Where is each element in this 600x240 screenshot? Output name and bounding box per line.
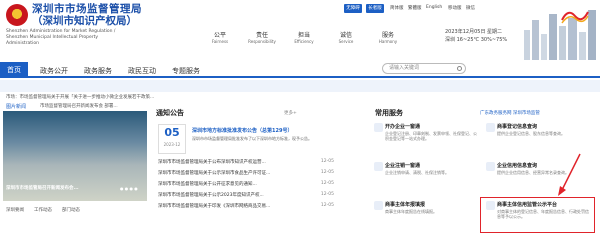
notice-row-title[interactable]: 深圳市市场监督管理局关于公布深圳市知识产权运营... — [158, 160, 266, 165]
ribbon-decoration-icon — [561, 11, 589, 24]
service-name: 开办企业一窗通 — [385, 124, 421, 130]
news-ticker[interactable]: 市场：市场监督管理局关于开展「关于进一步推动小微企业发展若干政策... — [0, 93, 600, 102]
value-cn: 公平 — [213, 32, 226, 39]
featured-notice-desc: 深圳市市场监督管理局批准发布了以下深圳市地方标准，现予公告。 — [192, 136, 312, 141]
notice-section-title: 通知公告 — [156, 109, 184, 117]
tab-dept-news[interactable]: 部门动态 — [62, 207, 80, 213]
elder-mode-button[interactable]: 长者版 — [366, 4, 384, 13]
service-desc: 商事主体年度报告在线填报。 — [385, 209, 437, 214]
photo-news-heading[interactable]: 图片新闻 — [6, 103, 26, 110]
notice-row-date: 12-05 — [320, 181, 334, 186]
service-card-annual-report[interactable]: 商事主体年报填报 商事主体年度报告在线填报。 — [372, 198, 480, 236]
notice-row[interactable]: 深圳市市场监督管理局关于公开征求意见的通知... 12-05 — [158, 181, 334, 187]
value-cn: 责任 — [255, 32, 268, 39]
accessibility-button[interactable]: 无障碍 — [344, 4, 362, 13]
tab-work-news[interactable]: 工作动态 — [34, 207, 52, 213]
services-title: 常用服务 — [375, 109, 403, 117]
weather-info: 深圳 16~25℃ 30%~75% — [445, 37, 508, 43]
annotation-arrow-icon — [558, 153, 581, 196]
link-english[interactable]: English — [426, 5, 442, 10]
nav-band — [0, 80, 600, 92]
site-subtitle: （深圳市知识产权局） — [32, 15, 137, 27]
nav-home[interactable]: 首页 — [0, 62, 28, 78]
current-date: 2023年12月05日 星期二 — [445, 29, 503, 35]
services-banner-link[interactable]: 广东政务服务网 深圳市场监管 — [480, 110, 540, 116]
service-desc: 企业注销申请、清税、社保注销等。 — [385, 170, 449, 175]
nav-gov-services[interactable]: 政务服务 — [84, 66, 112, 76]
notice-row[interactable]: 深圳市市场监督管理局关于印发《深圳市网络商品交易... 12-05 — [158, 203, 334, 209]
value-en: Harmony — [378, 39, 398, 44]
service-name: 商事登记信息查询 — [497, 124, 538, 130]
featured-notice-title[interactable]: 深圳市地方标准批准发布公告（总第129号） — [192, 127, 292, 134]
link-mobile[interactable]: 移动版 — [448, 5, 462, 11]
service-name: 企业信用信息查询 — [497, 163, 538, 169]
site-title[interactable]: 深圳市市场监督管理局 — [32, 3, 142, 15]
report-icon — [374, 201, 383, 210]
notice-row-title[interactable]: 深圳市市场监督管理局关于公开征求意见的通知... — [158, 182, 257, 187]
service-desc: 企业登记注册、印章刻制、发票申领、社保登记、公积金登记等一站式办理。 — [385, 131, 477, 141]
notice-row-title[interactable]: 深圳市市场监督管理局关于公示深圳市食品生产许可证... — [158, 171, 270, 176]
link-wechat[interactable]: 微信 — [466, 5, 475, 11]
search-input[interactable]: 请输入关键词 — [382, 63, 466, 74]
carousel-dots[interactable]: ● ● ● ● — [120, 186, 138, 191]
nav-special[interactable]: 专题服务 — [172, 66, 200, 76]
link-simplified[interactable]: 简体版 — [390, 5, 404, 11]
notice-row-date: 12-05 — [320, 159, 334, 164]
close-document-icon — [374, 162, 383, 171]
nav-interaction[interactable]: 政民互动 — [128, 66, 156, 76]
value-cn: 服务 — [381, 32, 394, 39]
core-values: 公平 责任 担当 诚信 服务 Fairness Responsibility E… — [200, 30, 420, 50]
site-en-name: Shenzhen Administration for Market Regul… — [6, 29, 116, 46]
service-name: 商事主体年报填报 — [385, 202, 426, 208]
value-en: Responsibility — [248, 39, 276, 44]
building-icon — [374, 123, 383, 132]
service-card-company-setup[interactable]: 开办企业一窗通 企业登记注册、印章刻制、发票申领、社保登记、公积金登记等一站式办… — [372, 120, 480, 158]
highlight-box — [480, 197, 595, 233]
value-cn: 诚信 — [339, 32, 352, 39]
notice-row-date: 12-05 — [320, 170, 334, 175]
notice-row[interactable]: 深圳市市场监督管理局关于公示深圳市食品生产许可证... 12-05 — [158, 170, 334, 176]
link-traditional[interactable]: 繁體版 — [408, 5, 422, 11]
search-icon[interactable] — [457, 66, 462, 71]
service-desc: 提供企业登记信息、股东信息等查询。 — [497, 131, 565, 136]
tab-shenzhen-news[interactable]: 深圳要闻 — [6, 207, 24, 213]
value-cn: 担当 — [297, 32, 310, 39]
notice-more-link[interactable]: 更多+ — [284, 110, 297, 116]
notice-row-date: 12-05 — [320, 192, 334, 197]
notice-row-title[interactable]: 深圳市市场监督管理局关于印发《深圳市网络商品交易... — [158, 204, 270, 209]
featured-year-month: 2023-12 — [163, 142, 181, 147]
service-card-deregistration[interactable]: 企业注销一窗通 企业注销申请、清税、社保注销等。 — [372, 159, 480, 197]
document-search-icon — [486, 123, 495, 132]
photo-caption[interactable]: 深圳市市场监管局召开新闻发布会... — [6, 185, 79, 191]
nav-gov-affairs[interactable]: 政务公开 — [40, 66, 68, 76]
featured-day: 05 — [164, 126, 180, 139]
photo-news-headline[interactable]: 市场监督管理局召开新闻发布会 部署... — [40, 103, 118, 109]
value-en: Service — [338, 39, 354, 44]
notice-row[interactable]: 深圳市市场监督管理局关于公布深圳市知识产权运营... 12-05 — [158, 159, 334, 165]
national-emblem-icon — [6, 4, 28, 26]
service-name: 企业注销一窗通 — [385, 163, 421, 169]
credit-icon — [486, 162, 495, 171]
notice-row[interactable]: 深圳市市场监督管理局关于公示2023年度知识产权... 12-05 — [158, 192, 334, 198]
notice-row-date: 12-05 — [320, 203, 334, 208]
value-en: Efficiency — [294, 39, 314, 44]
notice-row-title[interactable]: 深圳市市场监督管理局关于公示2023年度知识产权... — [158, 193, 264, 198]
value-en: Fairness — [211, 39, 229, 44]
